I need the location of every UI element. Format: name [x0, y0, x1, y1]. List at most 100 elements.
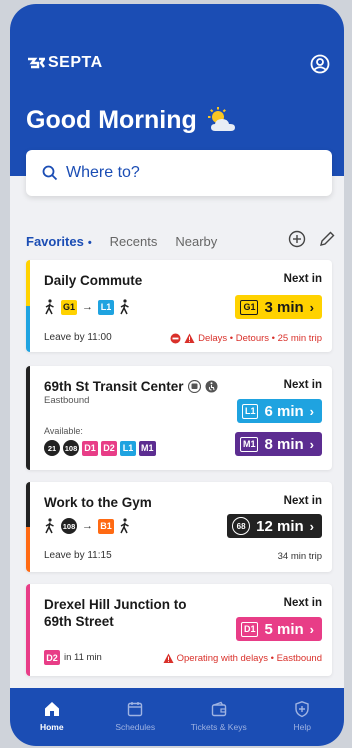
route-chip-l1: L1	[241, 403, 259, 419]
route-color-stripe	[26, 260, 30, 352]
route-chip-g1: G1	[240, 299, 259, 315]
tab-recents[interactable]: Recents	[110, 234, 158, 249]
home-icon	[44, 702, 59, 716]
search-bar[interactable]	[26, 150, 332, 196]
favorite-card-daily-commute[interactable]: Daily Commute Next in G1 → L1 G1 3 min ›…	[26, 260, 332, 352]
arrow-right-icon: →	[82, 301, 94, 313]
arrival-time: 12 min	[256, 517, 304, 535]
greeting-text: Good Morning	[26, 106, 197, 134]
tab-actions	[288, 230, 336, 248]
bottom-tab-bar: Home Schedules Tickets & Keys Help	[10, 688, 344, 746]
route-chip-l1: L1	[98, 299, 115, 315]
tab-nearby[interactable]: Nearby	[175, 234, 217, 249]
next-in-label: Next in	[283, 495, 322, 507]
available-label: Available:	[44, 426, 83, 436]
route-color-stripe	[26, 584, 30, 676]
phone-screen: SEPTA Good Morning Favorites	[10, 4, 344, 746]
route-color-stripe	[26, 482, 30, 572]
card-title-line2: 69th Street	[44, 614, 114, 629]
next-in-label: Next in	[283, 273, 322, 285]
no-entry-icon	[170, 333, 181, 344]
add-circle-icon[interactable]	[288, 230, 306, 248]
alert-text: Delays • Detours • 25 min trip	[198, 333, 322, 344]
tabbar-label: Help	[293, 722, 311, 732]
arrival-time: 5 min	[264, 620, 304, 638]
account-icon[interactable]	[310, 54, 330, 74]
alert-text: Operating with delays • Eastbound	[176, 653, 322, 664]
bus-station-icon	[187, 380, 201, 393]
tabbar-label: Home	[39, 722, 64, 732]
search-input[interactable]	[66, 164, 306, 182]
route-chip-108: 108	[63, 440, 79, 456]
next-arrival-pill[interactable]: L1 6 min ›	[236, 399, 322, 423]
favorite-card-work-to-gym[interactable]: Work to the Gym Next in 108 → B1 68 12 m…	[26, 482, 332, 572]
chevron-right-icon: ›	[309, 518, 314, 534]
route-time: in 11 min	[64, 652, 102, 663]
route-chip-21: 21	[44, 440, 60, 456]
partly-sunny-icon	[207, 106, 235, 131]
next-arrival-pill[interactable]: M1 8 min ›	[234, 432, 322, 456]
arrival-time: 8 min	[264, 435, 304, 453]
route-chip-m1: M1	[239, 436, 259, 452]
service-alert: Delays • Detours • 25 min trip	[170, 333, 322, 344]
arrival-time: 6 min	[264, 402, 304, 420]
next-arrival-pill[interactable]: 68 12 min ›	[227, 514, 322, 538]
edit-pencil-icon[interactable]	[318, 230, 336, 248]
tabbar-label: Tickets & Keys	[190, 722, 247, 732]
next-route-row: D2 in 11 min	[44, 650, 102, 665]
favorite-card-drexel-hill[interactable]: Drexel Hill Junction to 69th Street Next…	[26, 584, 332, 676]
walk-icon	[45, 518, 54, 534]
warning-icon	[184, 333, 195, 343]
chevron-right-icon: ›	[309, 403, 314, 419]
arrow-right-icon: →	[82, 520, 93, 532]
route-color-stripe	[26, 366, 30, 470]
route-chip-d1: D1	[82, 440, 98, 456]
card-title-row: 69th St Transit Center	[44, 378, 218, 395]
route-chip-68: 68	[232, 517, 251, 535]
walk-icon	[120, 518, 129, 534]
trip-duration: 34 min trip	[277, 551, 322, 562]
tabbar-home[interactable]: Home	[10, 688, 94, 746]
route-chip-m1: M1	[139, 440, 156, 456]
route-chip-d2: D2	[101, 440, 117, 456]
calendar-icon	[128, 702, 143, 717]
walk-icon	[45, 299, 54, 315]
route-chip-g1: G1	[61, 299, 78, 315]
walk-icon	[120, 299, 129, 315]
route-steps: G1 → L1	[44, 299, 131, 315]
tabbar-tickets[interactable]: Tickets & Keys	[177, 688, 261, 746]
septa-logo-icon	[28, 57, 45, 69]
route-chip-b1: B1	[98, 518, 114, 534]
route-chip-108: 108	[61, 518, 77, 534]
card-title: Drexel Hill Junction to 69th Street	[44, 596, 187, 630]
favorite-card-69th-st[interactable]: 69th St Transit Center Eastbound Next in…	[26, 366, 332, 470]
leave-by-text: Leave by 11:00	[44, 332, 112, 343]
next-arrival-pill[interactable]: D1 5 min ›	[235, 617, 322, 641]
chevron-right-icon: ›	[309, 621, 314, 637]
card-title: Work to the Gym	[44, 495, 152, 510]
next-arrival-pill[interactable]: G1 3 min ›	[235, 295, 322, 319]
tabbar-schedules[interactable]: Schedules	[94, 688, 178, 746]
route-chip-l1: L1	[120, 440, 136, 456]
wallet-icon	[211, 701, 226, 717]
tab-favorites[interactable]: Favorites	[26, 234, 92, 249]
tabbar-label: Schedules	[115, 722, 156, 732]
shield-icon	[295, 701, 309, 718]
card-title-line1: Drexel Hill Junction to	[44, 597, 187, 612]
service-alert: Operating with delays • Eastbound	[163, 653, 322, 664]
search-icon	[42, 165, 58, 181]
accessible-icon	[205, 380, 218, 393]
direction-text: Eastbound	[44, 395, 90, 406]
tabbar-help[interactable]: Help	[261, 688, 345, 746]
leave-by-text: Leave by 11:15	[44, 550, 112, 561]
route-chip-d2: D2	[44, 650, 60, 665]
card-title: 69th St Transit Center	[44, 379, 184, 394]
route-steps: 108 → B1	[44, 518, 131, 534]
chevron-right-icon: ›	[309, 436, 314, 452]
greeting: Good Morning	[26, 106, 239, 135]
next-in-label: Next in	[283, 379, 322, 391]
route-chip-d1: D1	[240, 621, 259, 637]
warning-icon	[163, 653, 174, 663]
card-title: Daily Commute	[44, 273, 143, 288]
arrival-time: 3 min	[264, 298, 304, 316]
